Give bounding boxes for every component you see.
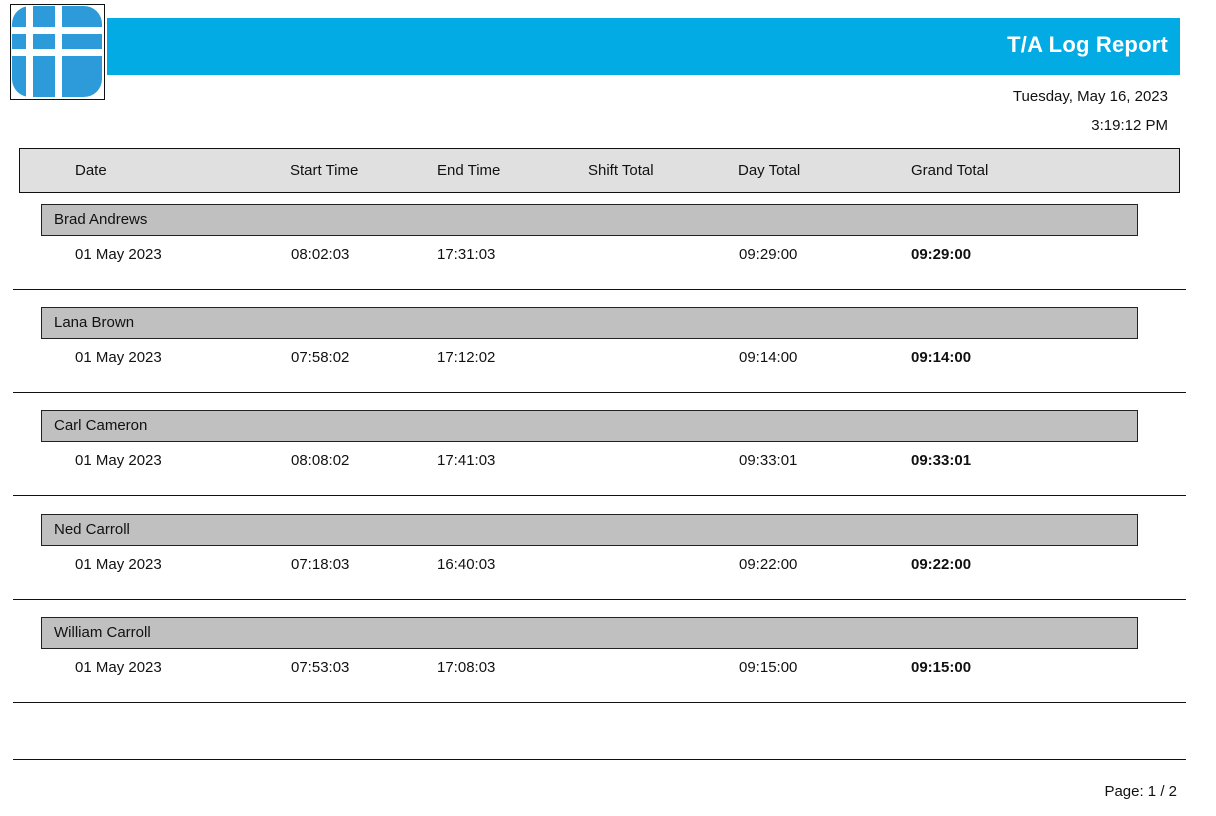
cell-start-time: 08:02:03 bbox=[291, 246, 350, 263]
cell-date: 01 May 2023 bbox=[75, 556, 162, 573]
report-time: 3:19:12 PM bbox=[1091, 117, 1168, 134]
column-header-day-total: Day Total bbox=[738, 162, 801, 179]
group-divider bbox=[13, 702, 1186, 703]
cell-end-time: 16:40:03 bbox=[437, 556, 496, 573]
employee-name: Carl Cameron bbox=[54, 417, 148, 434]
cell-start-time: 08:08:02 bbox=[291, 452, 350, 469]
cell-grand-total: 09:33:01 bbox=[911, 452, 972, 469]
employee-group-header: Carl Cameron bbox=[41, 410, 1138, 442]
column-header-end-time: End Time bbox=[437, 162, 501, 179]
column-header-grand-total: Grand Total bbox=[911, 162, 989, 179]
employee-group-header: William Carroll bbox=[41, 617, 1138, 649]
employee-group: William Carroll 01 May 2023 07:53:03 17:… bbox=[0, 617, 1216, 721]
cell-end-time: 17:41:03 bbox=[437, 452, 496, 469]
report-title: T/A Log Report bbox=[1007, 32, 1168, 57]
column-header-row: Date Start Time End Time Shift Total Day… bbox=[19, 148, 1180, 193]
cell-day-total: 09:15:00 bbox=[739, 659, 798, 676]
employee-group-header: Lana Brown bbox=[41, 307, 1138, 339]
cell-date: 01 May 2023 bbox=[75, 246, 162, 263]
report-banner: T/A Log Report bbox=[107, 18, 1180, 75]
cell-grand-total: 09:14:00 bbox=[911, 349, 972, 366]
cell-grand-total: 09:15:00 bbox=[911, 659, 972, 676]
cell-end-time: 17:08:03 bbox=[437, 659, 496, 676]
employee-name: Lana Brown bbox=[54, 314, 135, 331]
cell-day-total: 09:33:01 bbox=[739, 452, 798, 469]
employee-name: Ned Carroll bbox=[54, 521, 130, 538]
cell-end-time: 17:12:02 bbox=[437, 349, 496, 366]
cell-grand-total: 09:22:00 bbox=[911, 556, 972, 573]
cell-start-time: 07:18:03 bbox=[291, 556, 350, 573]
employee-group: Carl Cameron 01 May 2023 08:08:02 17:41:… bbox=[0, 410, 1216, 514]
cell-day-total: 09:22:00 bbox=[739, 556, 798, 573]
column-header-date: Date bbox=[75, 162, 107, 179]
group-divider bbox=[13, 495, 1186, 496]
page-footer-divider bbox=[13, 759, 1186, 760]
cell-day-total: 09:14:00 bbox=[739, 349, 798, 366]
cell-date: 01 May 2023 bbox=[75, 659, 162, 676]
cell-date: 01 May 2023 bbox=[75, 452, 162, 469]
column-header-shift-total: Shift Total bbox=[588, 162, 654, 179]
employee-name: William Carroll bbox=[54, 624, 151, 641]
group-divider bbox=[13, 289, 1186, 290]
cell-date: 01 May 2023 bbox=[75, 349, 162, 366]
grid-logo-icon bbox=[10, 4, 105, 100]
employee-group: Ned Carroll 01 May 2023 07:18:03 16:40:0… bbox=[0, 514, 1216, 618]
report-date: Tuesday, May 16, 2023 bbox=[1012, 88, 1168, 105]
employee-group: Lana Brown 01 May 2023 07:58:02 17:12:02… bbox=[0, 307, 1216, 411]
employee-group-header: Brad Andrews bbox=[41, 204, 1138, 236]
cell-day-total: 09:29:00 bbox=[739, 246, 798, 263]
employee-group-header: Ned Carroll bbox=[41, 514, 1138, 546]
cell-start-time: 07:53:03 bbox=[291, 659, 350, 676]
employee-group: Brad Andrews 01 May 2023 08:02:03 17:31:… bbox=[0, 204, 1216, 308]
employee-name: Brad Andrews bbox=[54, 211, 148, 228]
cell-start-time: 07:58:02 bbox=[291, 349, 350, 366]
column-header-start-time: Start Time bbox=[290, 162, 359, 179]
cell-end-time: 17:31:03 bbox=[437, 246, 496, 263]
cell-grand-total: 09:29:00 bbox=[911, 246, 972, 263]
group-divider bbox=[13, 599, 1186, 600]
page-number: Page: 1 / 2 bbox=[1104, 783, 1177, 800]
group-divider bbox=[13, 392, 1186, 393]
